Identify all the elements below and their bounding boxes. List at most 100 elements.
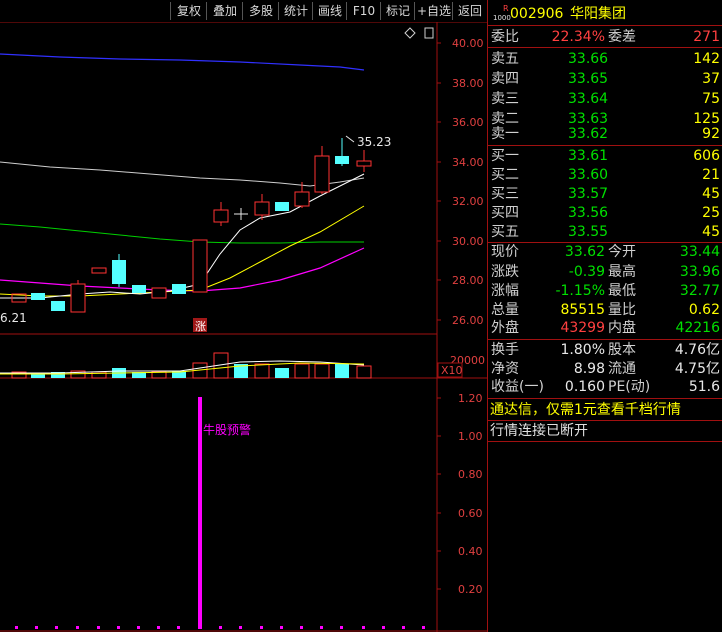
candle [213, 209, 229, 223]
sell-price: 33.65 [568, 71, 609, 87]
buy-label: 买三 [491, 186, 519, 202]
quote-value: -1.15% [555, 283, 605, 299]
toolbar: 复权 叠加 多股 统计 画线 F10 标记 +自选 返回 [0, 0, 487, 22]
buy-row[interactable]: 买五 33.55 45 [488, 222, 722, 242]
quote-value: 42216 [675, 320, 720, 336]
indicator-tick: 0.20 [458, 583, 483, 596]
quote-label: 内盘 [608, 320, 636, 336]
back-button[interactable]: 返回 [452, 2, 487, 20]
high-marker-line [345, 135, 355, 143]
quote-value: 32.77 [679, 283, 720, 299]
price-tick: 26.00 [452, 314, 484, 327]
buy-label: 买四 [491, 205, 519, 221]
upgrade-notice-link[interactable]: 通达信，仅需1元查看千档行情 [490, 400, 681, 420]
quote-value: 33.44 [679, 244, 720, 260]
add-watchlist-button[interactable]: +自选 [414, 2, 453, 20]
candle [132, 285, 146, 293]
statistics-button[interactable]: 统计 [278, 2, 313, 20]
candle [192, 239, 208, 293]
kline-chart[interactable]: 40.00 38.00 36.00 34.00 32.00 30.00 28.0… [0, 22, 487, 632]
sell-price: 33.66 [568, 51, 609, 67]
quote-label: 现价 [491, 244, 519, 260]
signal-dots [15, 626, 425, 629]
candle [51, 301, 65, 311]
buy-price: 33.61 [568, 148, 609, 164]
connection-status: 行情连接已断开 [490, 423, 588, 439]
sell-row[interactable]: 卖三 33.64 75 [488, 89, 722, 109]
fuquan-button[interactable]: 复权 [170, 2, 207, 20]
quote-label: 总量 [491, 302, 519, 318]
candle [294, 191, 310, 207]
sell-label: 卖四 [491, 71, 519, 87]
multi-stock-button[interactable]: 多股 [242, 2, 279, 20]
stock-name: 华阳集团 [570, 6, 626, 22]
candle [254, 201, 270, 216]
divider [488, 25, 722, 26]
weibi-row: 委比 22.34% 委差 271 [488, 27, 722, 47]
volume-unit-label: X10 [441, 364, 463, 377]
price-tick: 38.00 [452, 77, 484, 90]
diamond-icon[interactable] [404, 27, 416, 39]
buy-volume: 25 [702, 205, 720, 221]
price-tick: 40.00 [452, 37, 484, 50]
buy-row[interactable]: 买二 33.60 21 [488, 165, 722, 185]
sell-label: 卖三 [491, 91, 519, 107]
sell-row[interactable]: 卖一 33.62 92 [488, 124, 722, 144]
quote-label: 今开 [608, 244, 636, 260]
candle [314, 155, 330, 193]
stock-code: 002906 [510, 6, 564, 22]
finance-label: PE(动) [608, 379, 651, 395]
quote-value: 85515 [560, 302, 605, 318]
finance-value: 4.75亿 [674, 361, 720, 377]
sell-row[interactable]: 卖五 33.66 142 [488, 49, 722, 69]
divider [488, 441, 722, 442]
quote-label: 最高 [608, 264, 636, 280]
indicator-tick: 0.60 [458, 507, 483, 520]
buy-row[interactable]: 买四 33.56 25 [488, 203, 722, 223]
panel-toggle-icon[interactable] [424, 27, 434, 39]
ma120-line [0, 53, 365, 71]
ma30-line [0, 223, 364, 244]
finance-value: 4.76亿 [674, 342, 720, 358]
badge-bottom: 1000 [493, 14, 511, 22]
quote-label: 量比 [608, 302, 636, 318]
weicha-value: 271 [693, 29, 720, 45]
price-tick: 36.00 [452, 116, 484, 129]
candle [70, 283, 86, 313]
finance-row: 净资 8.98 流通 4.75亿 [488, 359, 722, 379]
quote-row: 涨幅 -1.15% 最低 32.77 [488, 281, 722, 301]
candle [91, 267, 107, 274]
finance-label: 流通 [608, 361, 636, 377]
draw-line-button[interactable]: 画线 [312, 2, 347, 20]
indicator-tick: 0.80 [458, 468, 483, 481]
quote-label: 外盘 [491, 320, 519, 336]
quote-row: 涨跌 -0.39 最高 33.96 [488, 262, 722, 282]
buy-volume: 45 [702, 224, 720, 240]
buy-price: 33.57 [568, 186, 609, 202]
zhang-badge-label: 涨 [195, 320, 206, 333]
finance-label: 收益(一) [491, 379, 544, 395]
f10-button[interactable]: F10 [346, 2, 381, 20]
overlay-button[interactable]: 叠加 [206, 2, 243, 20]
candle [112, 260, 126, 284]
sell-row[interactable]: 卖四 33.65 37 [488, 69, 722, 89]
indicator-axis: 1.20 1.00 0.80 0.60 0.40 0.20 [437, 392, 483, 596]
indicator-tick: 1.20 [458, 392, 483, 405]
quote-panel: R 1000 002906 华阳集团 委比 22.34% 委差 271 卖五 33… [487, 0, 722, 632]
buy-label: 买五 [491, 224, 519, 240]
candle [31, 293, 45, 300]
buy-row[interactable]: 买一 33.61 606 [488, 146, 722, 166]
divider [488, 47, 722, 48]
candle [151, 287, 167, 299]
quote-label: 涨幅 [491, 283, 519, 299]
weicha-label: 委差 [608, 29, 636, 45]
finance-value: 51.6 [688, 379, 720, 395]
quote-label: 涨跌 [491, 264, 519, 280]
sell-volume: 142 [693, 51, 720, 67]
sell-volume: 75 [702, 91, 720, 107]
mark-button[interactable]: 标记 [380, 2, 415, 20]
buy-price: 33.60 [568, 167, 609, 183]
candle [275, 202, 289, 211]
weibi-label: 委比 [491, 29, 519, 45]
buy-row[interactable]: 买三 33.57 45 [488, 184, 722, 204]
